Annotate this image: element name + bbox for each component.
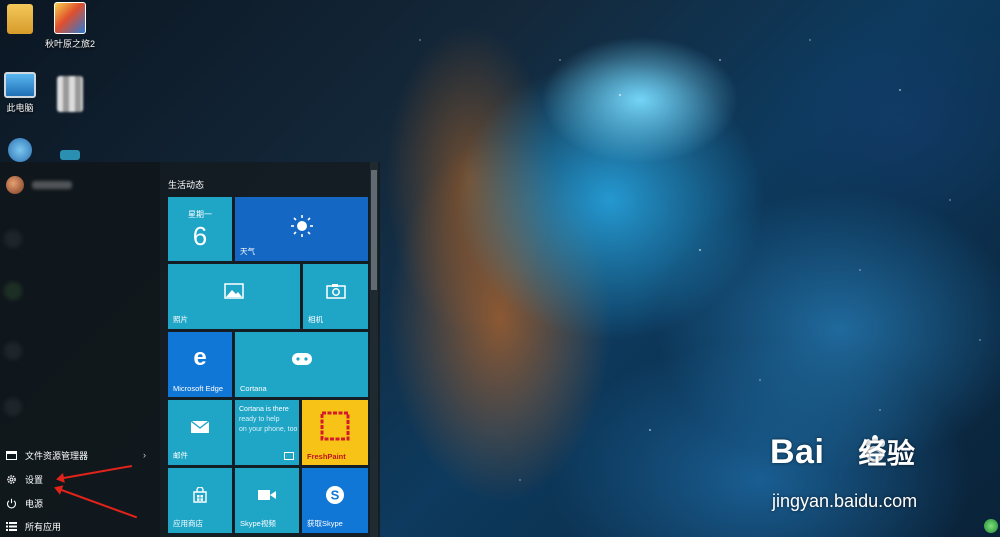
cortana-phone-line1: Cortana is there [239, 406, 289, 413]
tile-label: 邮件 [173, 451, 188, 460]
network-icon [8, 138, 32, 162]
tile-weather[interactable]: 天气 [235, 197, 368, 261]
tile-label: 照片 [173, 315, 188, 324]
blurred-icon [57, 76, 83, 112]
tile-label: Microsoft Edge [173, 384, 224, 393]
faded-app-icon [4, 230, 22, 248]
start-left-column: 文件资源管理器 › 设置 电源 所有应用 [0, 162, 160, 537]
tile-label: 获取Skype [307, 519, 343, 528]
tile-photos[interactable]: 照片 [168, 264, 300, 329]
corner-icon [984, 519, 998, 533]
power-icon [5, 497, 17, 509]
tile-label: Cortana [240, 384, 267, 393]
desktop-icon-game[interactable]: 秋叶原之旅2 [34, 2, 106, 50]
start-scrollbar[interactable] [370, 162, 378, 537]
menu-item-label: 设置 [25, 474, 44, 485]
tile-store[interactable]: 应用商店 [168, 468, 232, 533]
tile-label: FreshPaint [307, 452, 346, 461]
all-apps-icon [5, 520, 17, 532]
desktop: 秋叶原之旅2 此电脑 文件资源管理器 › 设置 电源 所有应用 生活动态 星期一… [0, 0, 1000, 537]
menu-item-label: 文件资源管理器 [25, 450, 89, 461]
tile-label: 应用商店 [173, 519, 203, 528]
tile-skype[interactable]: S 获取Skype [302, 468, 368, 533]
mail-icon [190, 420, 210, 434]
cortana-phone-line3: on your phone, too [239, 426, 298, 433]
user-folder-icon [7, 4, 33, 34]
tile-calendar[interactable]: 星期一 6 [168, 197, 232, 261]
tile-camera[interactable]: 相机 [303, 264, 368, 329]
watermark-url: jingyan.baidu.com [772, 491, 918, 511]
avatar [6, 176, 24, 194]
tile-skype-video[interactable]: Skype视频 [235, 468, 299, 533]
partial-icon [60, 150, 80, 160]
watermark-brand: Bai [770, 433, 825, 471]
chevron-right-icon[interactable]: › [143, 450, 146, 460]
user-account[interactable] [6, 176, 72, 194]
desktop-icon-label: 此电脑 [6, 103, 34, 113]
photo-icon [224, 283, 244, 300]
menu-item-settings[interactable]: 设置 [0, 468, 160, 490]
tile-freshpaint[interactable]: FreshPaint [302, 400, 368, 465]
calendar-weekday: 星期一 [188, 210, 212, 219]
user-name-blurred [32, 181, 72, 189]
faded-app-icon [4, 398, 22, 416]
phone-icon [284, 452, 294, 460]
desktop-icon-label: 秋叶原之旅2 [44, 39, 95, 49]
menu-item-file-explorer[interactable]: 文件资源管理器 › [0, 444, 160, 466]
faded-app-icon [4, 342, 22, 360]
tile-cortana[interactable]: Cortana [235, 332, 368, 397]
tile-label: Skype视频 [240, 519, 276, 528]
tile-label: 相机 [308, 315, 323, 324]
video-camera-icon [257, 489, 277, 501]
cortana-phone-line2: ready to help [239, 416, 280, 423]
gear-icon [5, 473, 17, 485]
this-pc-icon [4, 72, 36, 98]
scrollbar-thumb[interactable] [371, 170, 377, 290]
menu-item-label: 电源 [25, 498, 44, 509]
tile-cortana-phone[interactable]: Cortana is there ready to help on your p… [235, 400, 299, 465]
tile-edge[interactable]: e Microsoft Edge [168, 332, 232, 397]
cortana-icon [291, 352, 313, 366]
skype-icon: S [324, 484, 346, 506]
svg-text:S: S [331, 488, 340, 503]
tile-group-title: 生活动态 [168, 180, 205, 190]
tiles-area: 生活动态 星期一 6 天气 照片 相机 e Microsoft Edge Cor… [160, 162, 370, 537]
freshpaint-icon [319, 411, 351, 441]
tile-label: 天气 [240, 247, 255, 256]
desktop-icon-blurred[interactable] [34, 76, 106, 115]
calendar-day: 6 [192, 221, 208, 251]
camera-icon [325, 283, 346, 300]
sun-icon [290, 214, 314, 238]
file-explorer-icon [5, 449, 17, 461]
store-icon [192, 487, 208, 503]
baidu-watermark: Bai 经验 [770, 432, 915, 472]
edge-icon: e [193, 344, 207, 371]
game-shortcut-icon [54, 2, 86, 34]
faded-app-icon [4, 282, 22, 300]
menu-item-label: 所有应用 [25, 521, 62, 532]
tile-mail[interactable]: 邮件 [168, 400, 232, 465]
watermark-brand-suffix: 经验 [858, 438, 916, 469]
